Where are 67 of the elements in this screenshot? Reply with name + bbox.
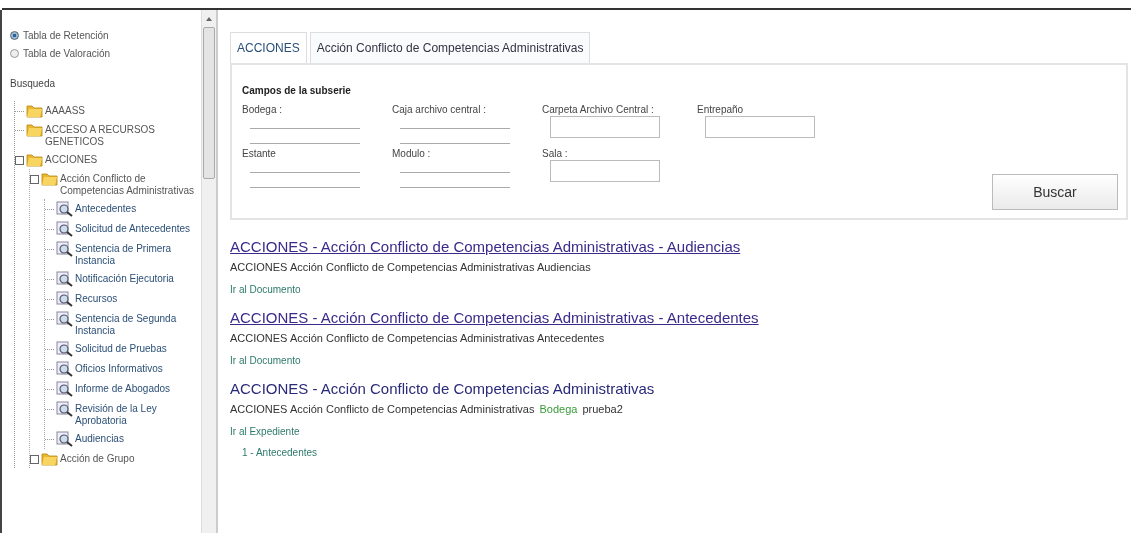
tree-item[interactable]: Sentencia de Segunda Instancia (75, 311, 201, 337)
tree-item[interactable]: Antecedentes (75, 201, 137, 215)
field-label: Carpeta Archivo Central : (542, 104, 655, 114)
tree-item[interactable]: Solicitud de Antecedentes (75, 221, 191, 235)
field-label: Sala : (542, 148, 569, 158)
magnifier-icon (56, 381, 73, 397)
result-link[interactable]: ACCIONES - Acción Conflicto de Competencias Administrativas (230, 380, 655, 397)
radio-label: Tabla de Valoración (23, 47, 111, 59)
field-label: Modulo : (392, 148, 432, 158)
section-title: Campos de la subserie (242, 85, 352, 96)
magnifier-icon (56, 221, 73, 237)
collapse-icon[interactable] (30, 455, 39, 464)
tree-item[interactable]: ACCIONES (45, 152, 98, 166)
tree-item[interactable]: Revisión de la Ley Aprobatoria (75, 401, 201, 427)
result-description: ACCIONES Acción Conflicto de Competencias Administrativas Audiencias (230, 261, 591, 273)
magnifier-icon (56, 311, 73, 327)
magnifier-icon (56, 401, 73, 417)
result-link[interactable]: ACCIONES - Acción Conflicto de Competencias Administrativas - Audiencias (230, 238, 741, 255)
field-label: Entrepaño (697, 104, 745, 114)
tree-item[interactable]: Recursos (75, 291, 118, 305)
result-link[interactable]: Ir al Documento (230, 284, 301, 295)
folder-icon (26, 122, 43, 137)
result-tag: Bodega (539, 403, 578, 415)
tree-item[interactable]: Oficios Informativos (75, 361, 163, 375)
section-title: Busqueda (10, 78, 57, 89)
radio-label: Tabla de Retención (23, 29, 109, 41)
result-tag-value: prueba2 (582, 403, 623, 415)
magnifier-icon (56, 431, 73, 447)
magnifier-icon (56, 271, 73, 287)
folder-icon (26, 103, 43, 118)
magnifier-icon (56, 341, 73, 357)
tree-item[interactable]: Acción de Grupo (60, 451, 135, 465)
input-field[interactable] (550, 160, 660, 182)
magnifier-icon (56, 201, 73, 217)
tree-item[interactable]: Notificación Ejecutoria (75, 271, 174, 285)
tree-item[interactable]: Informe de Abogados (75, 381, 171, 395)
collapse-icon[interactable] (30, 175, 39, 184)
magnifier-icon (56, 291, 73, 307)
radio-button[interactable] (10, 48, 19, 58)
tree-item[interactable]: Sentencia de Primera Instancia (75, 241, 201, 267)
input-field[interactable] (550, 116, 660, 138)
collapse-icon[interactable] (15, 156, 24, 165)
tree-item[interactable]: Audiencias (75, 431, 124, 445)
folder-icon (41, 451, 58, 466)
search-button[interactable]: Buscar (992, 174, 1118, 210)
magnifier-icon (56, 361, 73, 377)
tree-item[interactable]: ACCESO A RECURSOS GENETICOS (45, 122, 201, 148)
result-link[interactable]: ACCIONES - Acción Conflicto de Competencias Administrativas - Antecedentes (230, 309, 759, 326)
tab[interactable]: Acción Conflicto de Competencias Administrativas (309, 32, 591, 63)
magnifier-icon (56, 241, 73, 257)
result-subitem[interactable]: 1 - Antecedentes (242, 447, 1128, 458)
radio-button[interactable] (10, 30, 19, 40)
result-link[interactable]: Ir al Expediente (230, 426, 300, 437)
result-link[interactable]: Ir al Documento (230, 355, 301, 366)
field-label: Caja archivo central : (392, 104, 487, 114)
field-label: Estante (242, 148, 277, 158)
result-description: ACCIONES Acción Conflicto de Competencias Administrativas Antecedentes (230, 332, 605, 344)
folder-icon (41, 171, 58, 186)
scrollbar[interactable] (201, 10, 216, 533)
result-description: ACCIONES Acción Conflicto de Competencias Administrativas (230, 403, 535, 415)
tree-item[interactable]: Acción Conflicto de Competencias Administrativas (60, 171, 201, 197)
tree-item[interactable]: AAAASS (45, 103, 86, 117)
tab[interactable]: ACCIONES (230, 32, 307, 63)
tree-item[interactable]: Solicitud de Pruebas (75, 341, 167, 355)
field-label: Bodega : (242, 104, 284, 114)
input-field[interactable] (705, 116, 815, 138)
folder-icon (26, 152, 43, 167)
